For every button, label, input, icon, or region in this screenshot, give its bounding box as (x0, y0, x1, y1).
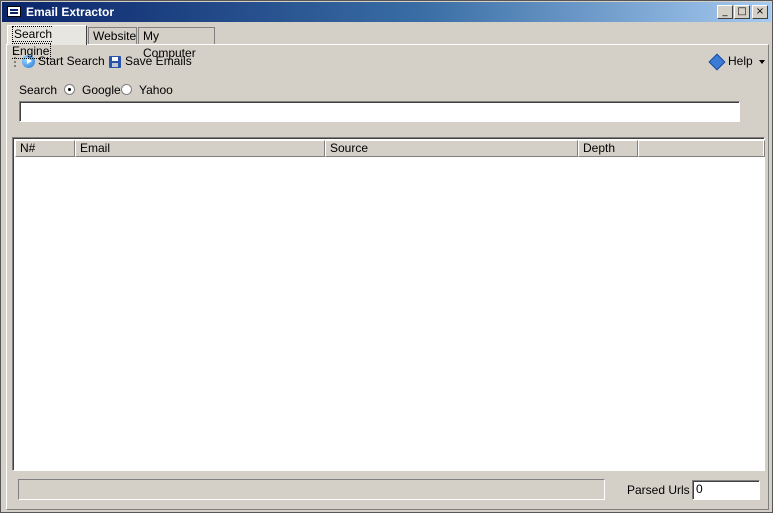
title-bar[interactable]: Email Extractor _ □ × (2, 2, 771, 22)
tab-search-engine[interactable]: Search Engine (7, 25, 87, 59)
help-label: Help (728, 54, 753, 68)
main-window: Email Extractor _ □ × Search Engine Webs… (0, 0, 773, 513)
maximize-button[interactable]: □ (734, 5, 750, 19)
tab-label: Website (93, 29, 137, 43)
progress-bar (18, 479, 605, 500)
list-header: N# Email Source Depth (15, 140, 765, 157)
close-button[interactable]: × (752, 5, 768, 19)
save-icon (109, 55, 121, 68)
save-emails-button[interactable]: Save Emails (109, 52, 192, 70)
tab-website[interactable]: Website (88, 27, 137, 45)
window-title: Email Extractor (26, 5, 115, 19)
yahoo-radio-label[interactable]: Yahoo (139, 83, 173, 97)
google-radio-label[interactable]: Google (82, 83, 121, 97)
tab-my-computer[interactable]: My Computer (138, 27, 215, 60)
help-dropdown-button[interactable]: Help (708, 52, 765, 71)
toolbar: Start Search Save Emails Help (7, 49, 767, 73)
parsed-urls-label: Parsed Urls (627, 483, 690, 497)
column-header-filler (638, 140, 765, 157)
email-results-list[interactable]: N# Email Source Depth (12, 137, 765, 471)
minimize-button[interactable]: _ (717, 5, 733, 19)
tab-label: Search Engine (12, 26, 53, 59)
column-header-source[interactable]: Source (325, 140, 578, 157)
column-header-email[interactable]: Email (75, 140, 325, 157)
help-icon (708, 53, 726, 71)
google-radio[interactable] (64, 84, 75, 95)
search-label: Search (19, 83, 58, 97)
search-input[interactable] (19, 101, 740, 122)
yahoo-radio[interactable] (121, 84, 132, 95)
parsed-urls-field[interactable]: 0 (692, 480, 760, 500)
column-header-depth[interactable]: Depth (578, 140, 638, 157)
save-emails-label: Save Emails (125, 54, 192, 68)
column-header-number[interactable]: N# (15, 140, 75, 157)
chevron-down-icon (758, 59, 765, 64)
window-app-icon (7, 6, 21, 17)
